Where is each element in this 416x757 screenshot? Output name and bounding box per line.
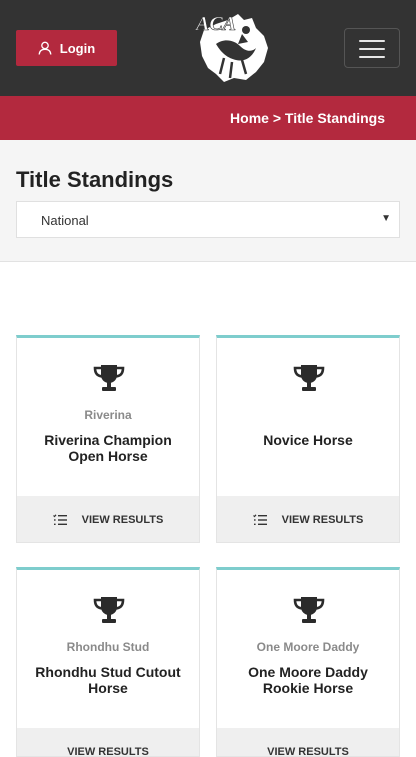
view-results-button[interactable]: VIEW RESULTS — [217, 496, 399, 543]
login-button[interactable]: Login — [16, 30, 117, 66]
card-title: Rhondhu Stud Cutout Horse — [25, 664, 191, 696]
view-results-label: VIEW RESULTS — [282, 514, 364, 526]
standing-card: Novice Horse VIEW RESULTS — [216, 335, 400, 543]
trophy-icon — [93, 595, 125, 625]
standing-card: Riverina Riverina Champion Open Horse VI… — [16, 335, 200, 543]
breadcrumb-current: Title Standings — [285, 110, 385, 126]
menu-toggle-button[interactable] — [344, 28, 400, 68]
trophy-icon — [293, 595, 325, 625]
card-subtitle: One Moore Daddy — [217, 640, 399, 654]
breadcrumb-bar: Home > Title Standings — [0, 96, 416, 140]
card-subtitle: Riverina — [17, 408, 199, 422]
svg-text:ACA: ACA — [194, 13, 236, 35]
top-navbar: Login ACA — [0, 0, 416, 96]
breadcrumb-separator: > — [273, 110, 281, 126]
trophy-icon — [93, 363, 125, 393]
card-title: Novice Horse — [225, 432, 391, 448]
login-label: Login — [60, 41, 95, 56]
trophy-icon — [293, 363, 325, 393]
view-results-button[interactable]: VIEW RESULTS — [217, 728, 399, 757]
view-results-button[interactable]: VIEW RESULTS — [17, 728, 199, 757]
standing-card: One Moore Daddy One Moore Daddy Rookie H… — [216, 567, 400, 757]
user-icon — [38, 41, 52, 55]
list-icon — [53, 514, 67, 526]
card-title: Riverina Champion Open Horse — [25, 432, 191, 464]
view-results-button[interactable]: VIEW RESULTS — [17, 496, 199, 543]
caret-down-icon: ▼ — [381, 213, 391, 224]
card-subtitle: Rhondhu Stud — [17, 640, 199, 654]
breadcrumb: Home > Title Standings — [230, 110, 385, 126]
standing-card: Rhondhu Stud Rhondhu Stud Cutout Horse V… — [16, 567, 200, 757]
region-select-value: National — [41, 213, 89, 228]
page-title: Title Standings — [16, 167, 173, 193]
hamburger-icon — [359, 40, 385, 42]
view-results-label: VIEW RESULTS — [267, 746, 349, 757]
title-panel: Title Standings National ▼ — [0, 140, 416, 262]
view-results-label: VIEW RESULTS — [82, 514, 164, 526]
aca-logo[interactable]: ACA — [194, 8, 274, 88]
region-select[interactable]: National ▼ — [16, 201, 400, 238]
card-title: One Moore Daddy Rookie Horse — [225, 664, 391, 696]
view-results-label: VIEW RESULTS — [67, 746, 149, 757]
list-icon — [253, 514, 267, 526]
breadcrumb-home-link[interactable]: Home — [230, 110, 269, 126]
